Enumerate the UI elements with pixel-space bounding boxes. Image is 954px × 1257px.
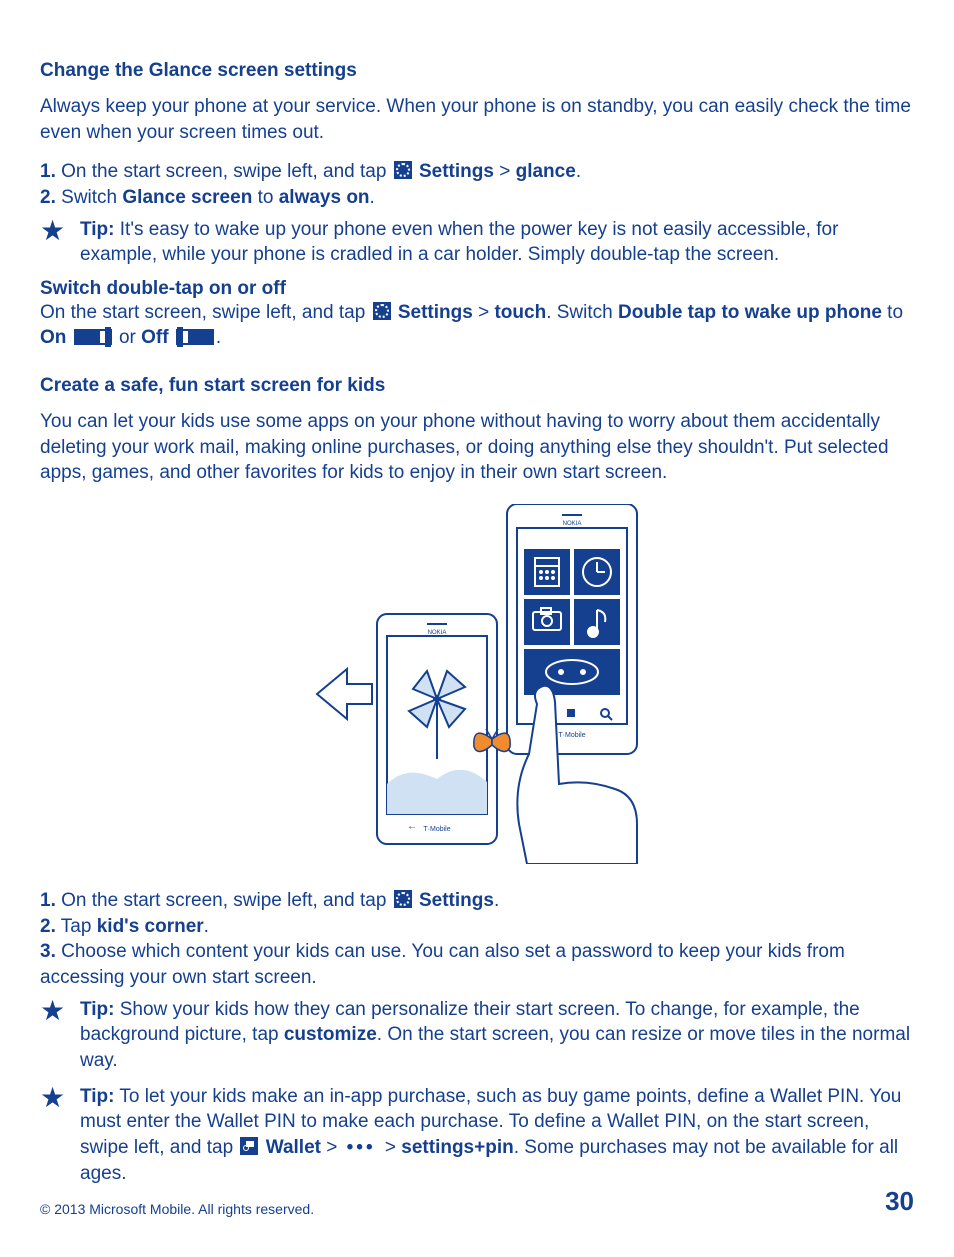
tip-text: Tip: It's easy to wake up your phone eve… [80,217,914,268]
gt: > [478,302,489,323]
tip-label: Tip: [80,999,114,1020]
kstep-num-3: 3. [40,941,56,962]
period: . [494,890,499,911]
wallet-icon [240,1137,258,1155]
period: . [576,161,581,182]
sw-c: to [882,302,903,323]
para-kids-intro: You can let your kids use some apps on y… [40,409,914,486]
svg-text:NOKIA: NOKIA [563,521,582,527]
kidscorner-label: kid's corner [97,916,204,937]
step-2a: Switch [61,187,122,208]
kstep-num-2: 2. [40,916,56,937]
kstep-num-1: 1. [40,890,56,911]
period: . [204,916,209,937]
page-number: 30 [885,1186,914,1217]
gt: > [385,1137,396,1158]
illustration-svg: NOKIA ← T·Mobile NOKIA [297,504,657,864]
footer: © 2013 Microsoft Mobile. All rights rese… [40,1186,914,1217]
toggle-off-icon [176,329,214,345]
step-1: 1. On the start screen, swipe left, and … [40,159,914,185]
heading-kids: Create a safe, fun start screen for kids [40,375,914,397]
step-1-text-a: On the start screen, swipe left, and tap [61,161,392,182]
glance-label: glance [516,161,576,182]
star-icon: ★ [40,997,80,1074]
svg-text:NOKIA: NOKIA [428,630,447,636]
sw-a: On the start screen, swipe left, and tap [40,302,371,323]
heading-glance: Change the Glance screen settings [40,60,914,82]
dbltap-label: Double tap to wake up phone [618,302,882,323]
always-on-label: always on [279,187,370,208]
settings-icon [394,890,412,908]
subheading-doubletap: Switch double-tap on or off [40,278,914,300]
off-label: Off [141,327,168,348]
doubletap-para: On the start screen, swipe left, and tap… [40,300,914,351]
customize-label: customize [284,1024,377,1045]
step-2: 2. Switch Glance screen to always on. [40,185,914,211]
tip-text: Tip: Show your kids how they can persona… [80,997,914,1074]
svg-text:←: ← [407,821,417,832]
tip-customize: ★ Tip: Show your kids how they can perso… [40,997,914,1074]
period: . [370,187,375,208]
glance-steps: 1. On the start screen, swipe left, and … [40,159,914,210]
step-num-1: 1. [40,161,56,182]
para-glance-intro: Always keep your phone at your service. … [40,94,914,145]
kstep-2: 2. Tap kid's corner. [40,914,914,940]
step-num-2: 2. [40,187,56,208]
tip-label: Tip: [80,219,114,240]
settingspin-label: settings+pin [401,1137,513,1158]
period: . [216,327,221,348]
kstep1-a: On the start screen, swipe left, and tap [61,890,392,911]
kstep-1: 1. On the start screen, swipe left, and … [40,888,914,914]
copyright-text: © 2013 Microsoft Mobile. All rights rese… [40,1201,314,1217]
tip-wallet: ★ Tip: To let your kids make an in-app p… [40,1084,914,1187]
gt: > [326,1137,337,1158]
star-icon: ★ [40,1084,80,1187]
tip1-body: It's easy to wake up your phone even whe… [80,219,838,266]
step-2b: to [252,187,278,208]
sw-settings: Settings [398,302,473,323]
settings-icon [394,161,412,179]
gt: > [499,161,510,182]
kstep3-text: Choose which content your kids can use. … [40,941,845,988]
svg-text:T·Mobile: T·Mobile [423,826,450,833]
sw-touch: touch [494,302,546,323]
kids-illustration: NOKIA ← T·Mobile NOKIA [40,504,914,864]
wallet-label: Wallet [266,1137,321,1158]
toggle-on-icon [74,329,112,345]
sw-b: . Switch [546,302,618,323]
kstep1-settings: Settings [419,890,494,911]
on-label: On [40,327,66,348]
settings-label: Settings [419,161,494,182]
star-icon: ★ [40,217,80,268]
kids-steps: 1. On the start screen, swipe left, and … [40,888,914,991]
settings-icon [373,302,391,320]
tip-glance: ★ Tip: It's easy to wake up your phone e… [40,217,914,268]
more-dots-icon: ••• [347,1135,376,1161]
svg-text:T·Mobile: T·Mobile [558,732,585,739]
tip-text: Tip: To let your kids make an in-app pur… [80,1084,914,1187]
tip-label: Tip: [80,1086,114,1107]
kstep2-a: Tap [61,916,97,937]
kstep-3: 3. Choose which content your kids can us… [40,939,914,990]
sw-or: or [114,327,141,348]
glance-screen-label: Glance screen [122,187,252,208]
